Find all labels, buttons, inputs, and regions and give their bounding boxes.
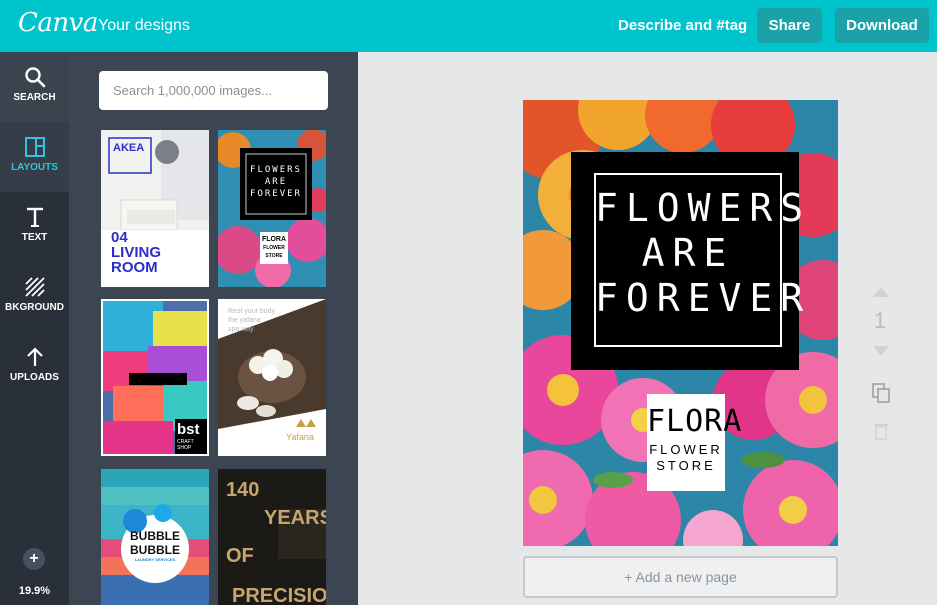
thumb-text: ROOM bbox=[111, 259, 158, 276]
brand-block[interactable]: FLORA FLOWER STORE bbox=[647, 404, 743, 474]
headline-line: ARE bbox=[641, 231, 735, 275]
rail-label-layouts: LAYOUTS bbox=[11, 162, 58, 173]
delete-page-icon[interactable] bbox=[873, 422, 889, 440]
thumb-text: AKEA bbox=[113, 142, 145, 154]
top-bar: Canva Your designs Describe and #tag Sha… bbox=[0, 0, 937, 52]
sidebar-rail: SEARCH LAYOUTS TEXT BKGROUND UPLOADS bbox=[0, 52, 69, 605]
add-page-button[interactable]: + Add a new page bbox=[523, 556, 838, 598]
thumb-text: FLOWERS bbox=[250, 165, 302, 175]
download-button[interactable]: Download bbox=[835, 8, 929, 43]
describe-tag-link[interactable]: Describe and #tag bbox=[618, 17, 747, 34]
rail-label-text: TEXT bbox=[21, 232, 48, 243]
background-icon bbox=[24, 277, 45, 297]
flower-photo bbox=[523, 100, 838, 546]
thumb-text: BUBBLE bbox=[130, 529, 180, 543]
rail-item-uploads[interactable]: UPLOADS bbox=[0, 332, 69, 402]
layout-thumb-yafana[interactable]: Rest your body the yafana spa way Yafana bbox=[218, 299, 326, 456]
thumb-text: 140 bbox=[226, 479, 260, 501]
thumb-text: CRAFT SHOP bbox=[177, 439, 194, 451]
copy-page-icon[interactable] bbox=[871, 382, 891, 404]
thumb-text: FLOWER bbox=[263, 245, 285, 251]
zoom-level[interactable]: 19.9% bbox=[0, 585, 69, 597]
upload-icon bbox=[26, 347, 43, 366]
page-number: 1 bbox=[873, 308, 887, 333]
thumb-text: FLORA bbox=[261, 236, 287, 243]
thumb-text: BUBBLE BUBBLE LAUNDRY SERVICES bbox=[121, 529, 189, 563]
image-search-input[interactable] bbox=[99, 71, 328, 110]
layout-thumb-flowers[interactable]: FLOWERS ARE FOREVER FLORA FLOWER STORE bbox=[218, 130, 326, 287]
rail-item-text[interactable]: TEXT bbox=[0, 192, 69, 262]
rail-item-search[interactable]: SEARCH bbox=[0, 52, 69, 122]
rail-label-background: BKGROUND bbox=[5, 302, 64, 313]
thumb-text: LAUNDRY SERVICES bbox=[134, 557, 176, 562]
thumb-text: LIVING bbox=[111, 244, 162, 261]
layouts-icon bbox=[24, 137, 45, 157]
your-designs-link[interactable]: Your designs bbox=[98, 17, 190, 35]
thumb-text: STORE bbox=[265, 253, 283, 259]
headline-text[interactable]: FLOWERS ARE FOREVER bbox=[595, 186, 812, 321]
brand-subtitle: STORE bbox=[656, 458, 716, 473]
page-down-icon[interactable] bbox=[872, 345, 890, 357]
thumb-text: PRECISION bbox=[232, 585, 326, 605]
rail-label-search: SEARCH bbox=[13, 92, 56, 103]
brand-subtitle: FLOWER bbox=[649, 442, 723, 457]
page-up-icon[interactable] bbox=[872, 286, 890, 298]
thumb-text: spa way bbox=[228, 326, 254, 333]
layout-thumb-bubble[interactable]: BUBBLE BUBBLE LAUNDRY SERVICES bbox=[101, 469, 209, 605]
layout-thumb-years[interactable]: 140 YEARS OF PRECISION bbox=[218, 469, 326, 605]
thumb-text: BUBBLE bbox=[130, 543, 180, 557]
rail-item-background[interactable]: BKGROUND bbox=[0, 262, 69, 332]
canva-logo[interactable]: Canva bbox=[18, 8, 98, 38]
zoom-in-button[interactable]: + bbox=[23, 548, 45, 570]
rail-label-uploads: UPLOADS bbox=[10, 372, 59, 383]
thumb-text: YEARS bbox=[264, 507, 326, 529]
layout-thumb-bst[interactable]: bst CRAFT SHOP bbox=[101, 299, 209, 456]
share-button[interactable]: Share bbox=[757, 8, 822, 43]
layouts-panel: AKEA 04 LIVING ROOM FLOWERS ARE FOREVER … bbox=[69, 52, 358, 605]
thumb-text: OF bbox=[226, 545, 254, 567]
headline-line: FOREVER bbox=[595, 276, 812, 320]
thumb-text: Rest your body bbox=[228, 308, 276, 315]
thumb-text: Yafana bbox=[286, 432, 314, 442]
layout-thumb-living-room[interactable]: AKEA 04 LIVING ROOM bbox=[101, 130, 209, 287]
text-icon bbox=[26, 207, 43, 227]
thumb-text: the yafana bbox=[228, 317, 261, 324]
thumb-text: bst bbox=[177, 421, 200, 438]
thumb-text: 04 LIVING ROOM bbox=[111, 230, 161, 275]
thumb-text: FLOWERS ARE FOREVER bbox=[240, 164, 312, 200]
design-page[interactable]: FLOWERS ARE FOREVER FLORA FLOWER STORE bbox=[523, 100, 838, 546]
thumb-text: FLORA FLOWER STORE bbox=[260, 236, 288, 260]
thumb-text: Rest your body the yafana spa way bbox=[228, 307, 275, 334]
thumb-text: ARE bbox=[264, 177, 288, 187]
brand-title: FLORA bbox=[647, 404, 743, 439]
rail-item-layouts[interactable]: LAYOUTS bbox=[0, 122, 69, 192]
headline-line: FLOWERS bbox=[595, 186, 812, 230]
search-icon bbox=[24, 67, 45, 88]
layout-thumb-flowers-art bbox=[218, 130, 326, 287]
thumb-text: FOREVER bbox=[250, 189, 302, 199]
thumb-text: 04 bbox=[111, 229, 128, 246]
